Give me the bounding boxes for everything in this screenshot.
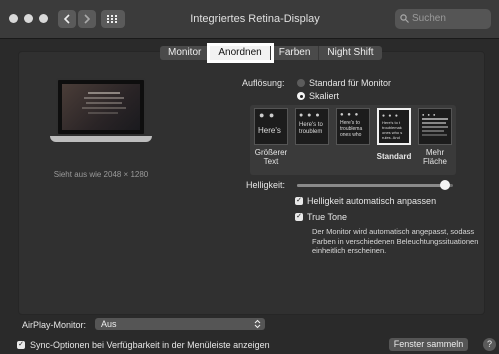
tab-anordnen[interactable]: Anordnen bbox=[207, 43, 274, 63]
search-field[interactable]: Suchen bbox=[395, 9, 491, 29]
laptop-screen bbox=[56, 78, 146, 136]
airplay-select[interactable]: Aus bbox=[95, 318, 265, 330]
chevron-left-icon bbox=[63, 14, 70, 24]
tab-bar: Monitor Anordnen Farben Night Shift bbox=[160, 43, 382, 63]
forward-button[interactable] bbox=[78, 10, 96, 28]
search-placeholder: Suchen bbox=[412, 13, 446, 24]
display-preview bbox=[50, 78, 152, 156]
chevron-right-icon bbox=[84, 14, 91, 24]
scale-label-larger-text: Größerer Text bbox=[254, 148, 288, 166]
scale-label-more-space: Mehr Fläche bbox=[422, 148, 447, 166]
auto-brightness-checkbox[interactable]: ✓ bbox=[295, 197, 303, 205]
tab-monitor[interactable]: Monitor bbox=[160, 46, 211, 60]
sync-options-checkbox[interactable]: ✓ bbox=[17, 341, 25, 349]
title-bar: Integriertes Retina-Display Suchen bbox=[0, 0, 499, 39]
true-tone-description: Der Monitor wird automatisch angepasst, … bbox=[312, 227, 479, 255]
brightness-slider[interactable] bbox=[297, 184, 453, 187]
brightness-label: Helligkeit: bbox=[246, 180, 286, 190]
sync-options-label[interactable]: Sync-Optionen bei Verfügbarkeit in der M… bbox=[30, 340, 270, 350]
tab-farben[interactable]: Farben bbox=[271, 46, 320, 60]
content-area: Monitor Anordnen Farben Night Shift Sieh… bbox=[5, 38, 494, 354]
airplay-label: AirPlay-Monitor: bbox=[22, 320, 87, 330]
scale-option-larger-text[interactable]: ● ● Here's bbox=[254, 108, 288, 145]
tab-night-shift[interactable]: Night Shift bbox=[319, 46, 381, 60]
grid-icon bbox=[107, 15, 117, 23]
preferences-window: Integriertes Retina-Display Suchen Monit… bbox=[0, 0, 499, 354]
radio-default[interactable] bbox=[297, 79, 305, 87]
updown-arrows-icon bbox=[254, 319, 261, 329]
radio-default-label[interactable]: Standard für Monitor bbox=[309, 78, 391, 88]
gather-windows-button[interactable]: Fenster sammeln bbox=[389, 338, 468, 351]
airplay-value: Aus bbox=[101, 319, 117, 329]
scale-option-3[interactable]: ● ● ● Here's to troublema ones who bbox=[336, 108, 370, 145]
window-title: Integriertes Retina-Display bbox=[190, 13, 320, 25]
laptop-base bbox=[50, 136, 152, 142]
minimize-window-button[interactable] bbox=[24, 14, 33, 23]
resolution-caption: Sieht aus wie 2048 × 1280 bbox=[53, 170, 149, 179]
scale-option-more-space[interactable]: ● ● ● bbox=[418, 108, 452, 145]
search-icon bbox=[400, 14, 409, 23]
close-window-button[interactable] bbox=[9, 14, 18, 23]
true-tone-checkbox[interactable]: ✓ bbox=[295, 213, 303, 221]
brightness-fill bbox=[297, 184, 446, 187]
show-all-button[interactable] bbox=[101, 10, 125, 28]
true-tone-label[interactable]: True Tone bbox=[307, 212, 347, 222]
auto-brightness-label[interactable]: Helligkeit automatisch anpassen bbox=[307, 196, 436, 206]
back-button[interactable] bbox=[58, 10, 76, 28]
help-button[interactable]: ? bbox=[483, 338, 496, 351]
radio-scaled-label[interactable]: Skaliert bbox=[309, 91, 339, 101]
scale-option-standard[interactable]: ● ● ● Here's to t troublemak ones who s … bbox=[377, 108, 411, 145]
resolution-label: Auflösung: bbox=[242, 78, 285, 88]
scale-label-standard: Standard bbox=[376, 152, 412, 161]
scale-options: ● ● Here's ● ● ● Here's to troublem ● ● … bbox=[250, 105, 456, 175]
scale-option-2[interactable]: ● ● ● Here's to troublem bbox=[295, 108, 329, 145]
radio-scaled[interactable] bbox=[297, 92, 305, 100]
zoom-window-button[interactable] bbox=[39, 14, 48, 23]
